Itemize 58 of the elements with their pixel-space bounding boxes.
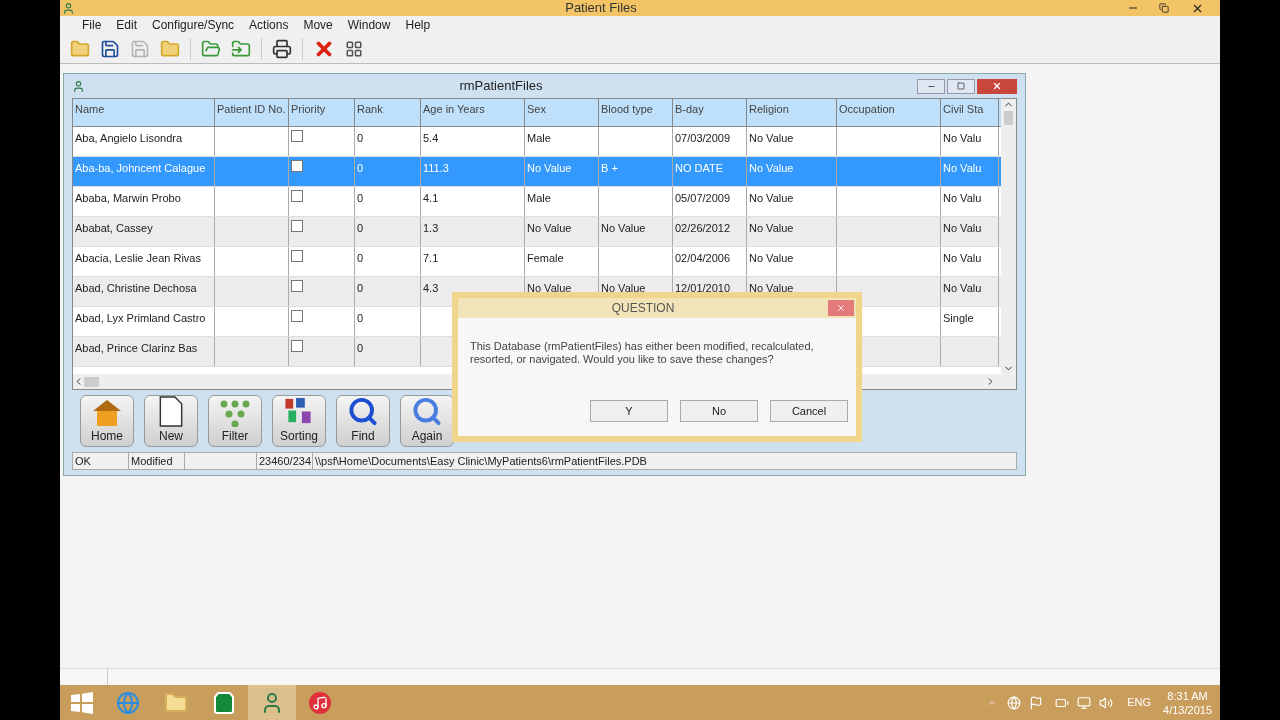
table-cell: 0 [357,282,364,294]
table-cell: Abad, Prince Clarinz Bas [75,342,198,354]
table-cell: B + [601,162,618,174]
table-cell: 07/03/2009 [675,132,731,144]
table-cell: Single [943,312,974,324]
table-cell: Abad, Christine Dechosa [75,282,197,294]
file-path: \\psf\Home\Documents\Easy Clinic\MyPatients6\rmPatientFiles.PDB [314,454,648,469]
table-cell: 02/04/2006 [675,252,731,264]
table-cell: Ababa, Marwin Probo [75,192,181,204]
status-text: Modified [129,453,185,469]
table-cell: 0 [357,342,364,354]
table-cell: 4.1 [423,192,439,204]
dialog-message: This Database (rmPatientFiles) has either been modified, recalculated, resorted, or navigated. Would you like to save these changes? [469,339,815,366]
table-cell: No Value [749,252,794,264]
table-cell: No Value [749,282,794,294]
table-cell: 0 [357,162,364,174]
window-title: rmPatientFiles [458,77,544,96]
window-title: Patient Files [564,0,638,18]
table-cell: 12/01/2010 [675,282,731,294]
table-cell: 5.4 [423,132,439,144]
table-cell: No Valu [943,222,982,234]
table-cell: 0 [357,222,364,234]
table-cell: No Valu [943,162,982,174]
table-cell: 4.3 [423,282,439,294]
table-cell: No Value [749,192,794,204]
status-text: OK [73,453,129,469]
dialog-title: QUESTION [610,300,676,317]
table-cell: Male [527,132,551,144]
table-cell: No Valu [943,192,982,204]
table-cell: No Value [527,162,572,174]
table-cell: Female [527,252,564,264]
table-cell: Abacia, Leslie Jean Rivas [75,252,201,264]
table-cell: Ababat, Cassey [75,222,153,234]
table-cell: Male [527,192,551,204]
table-cell: No Valu [943,132,982,144]
table-cell: 7.1 [423,252,439,264]
table-cell: No Value [601,222,646,234]
table-cell: 111.3 [423,162,449,174]
table-cell: 0 [357,252,364,264]
table-cell: 0 [357,312,364,324]
table-cell: No Valu [943,282,982,294]
table-cell: No Value [749,162,794,174]
table-cell: No Valu [943,252,982,264]
table-cell: No Value [527,222,572,234]
table-cell: No Value [749,222,794,234]
table-cell: No Value [601,282,646,294]
table-cell: No Value [527,282,572,294]
table-cell: 02/26/2012 [675,222,731,234]
status-text: 23460/234 [257,453,313,469]
table-cell: 0 [357,132,364,144]
table-cell: Abad, Lyx Primland Castro [75,312,206,324]
table-cell: NO DATE [675,162,724,174]
table-cell: Aba, Angielo Lisondra [75,132,183,144]
table-cell: 05/07/2009 [675,192,731,204]
table-cell: No Value [749,132,794,144]
table-cell: 0 [357,192,364,204]
table-cell: 1.3 [423,222,439,234]
table-cell: Aba-ba, Johncent Calague [75,162,206,174]
